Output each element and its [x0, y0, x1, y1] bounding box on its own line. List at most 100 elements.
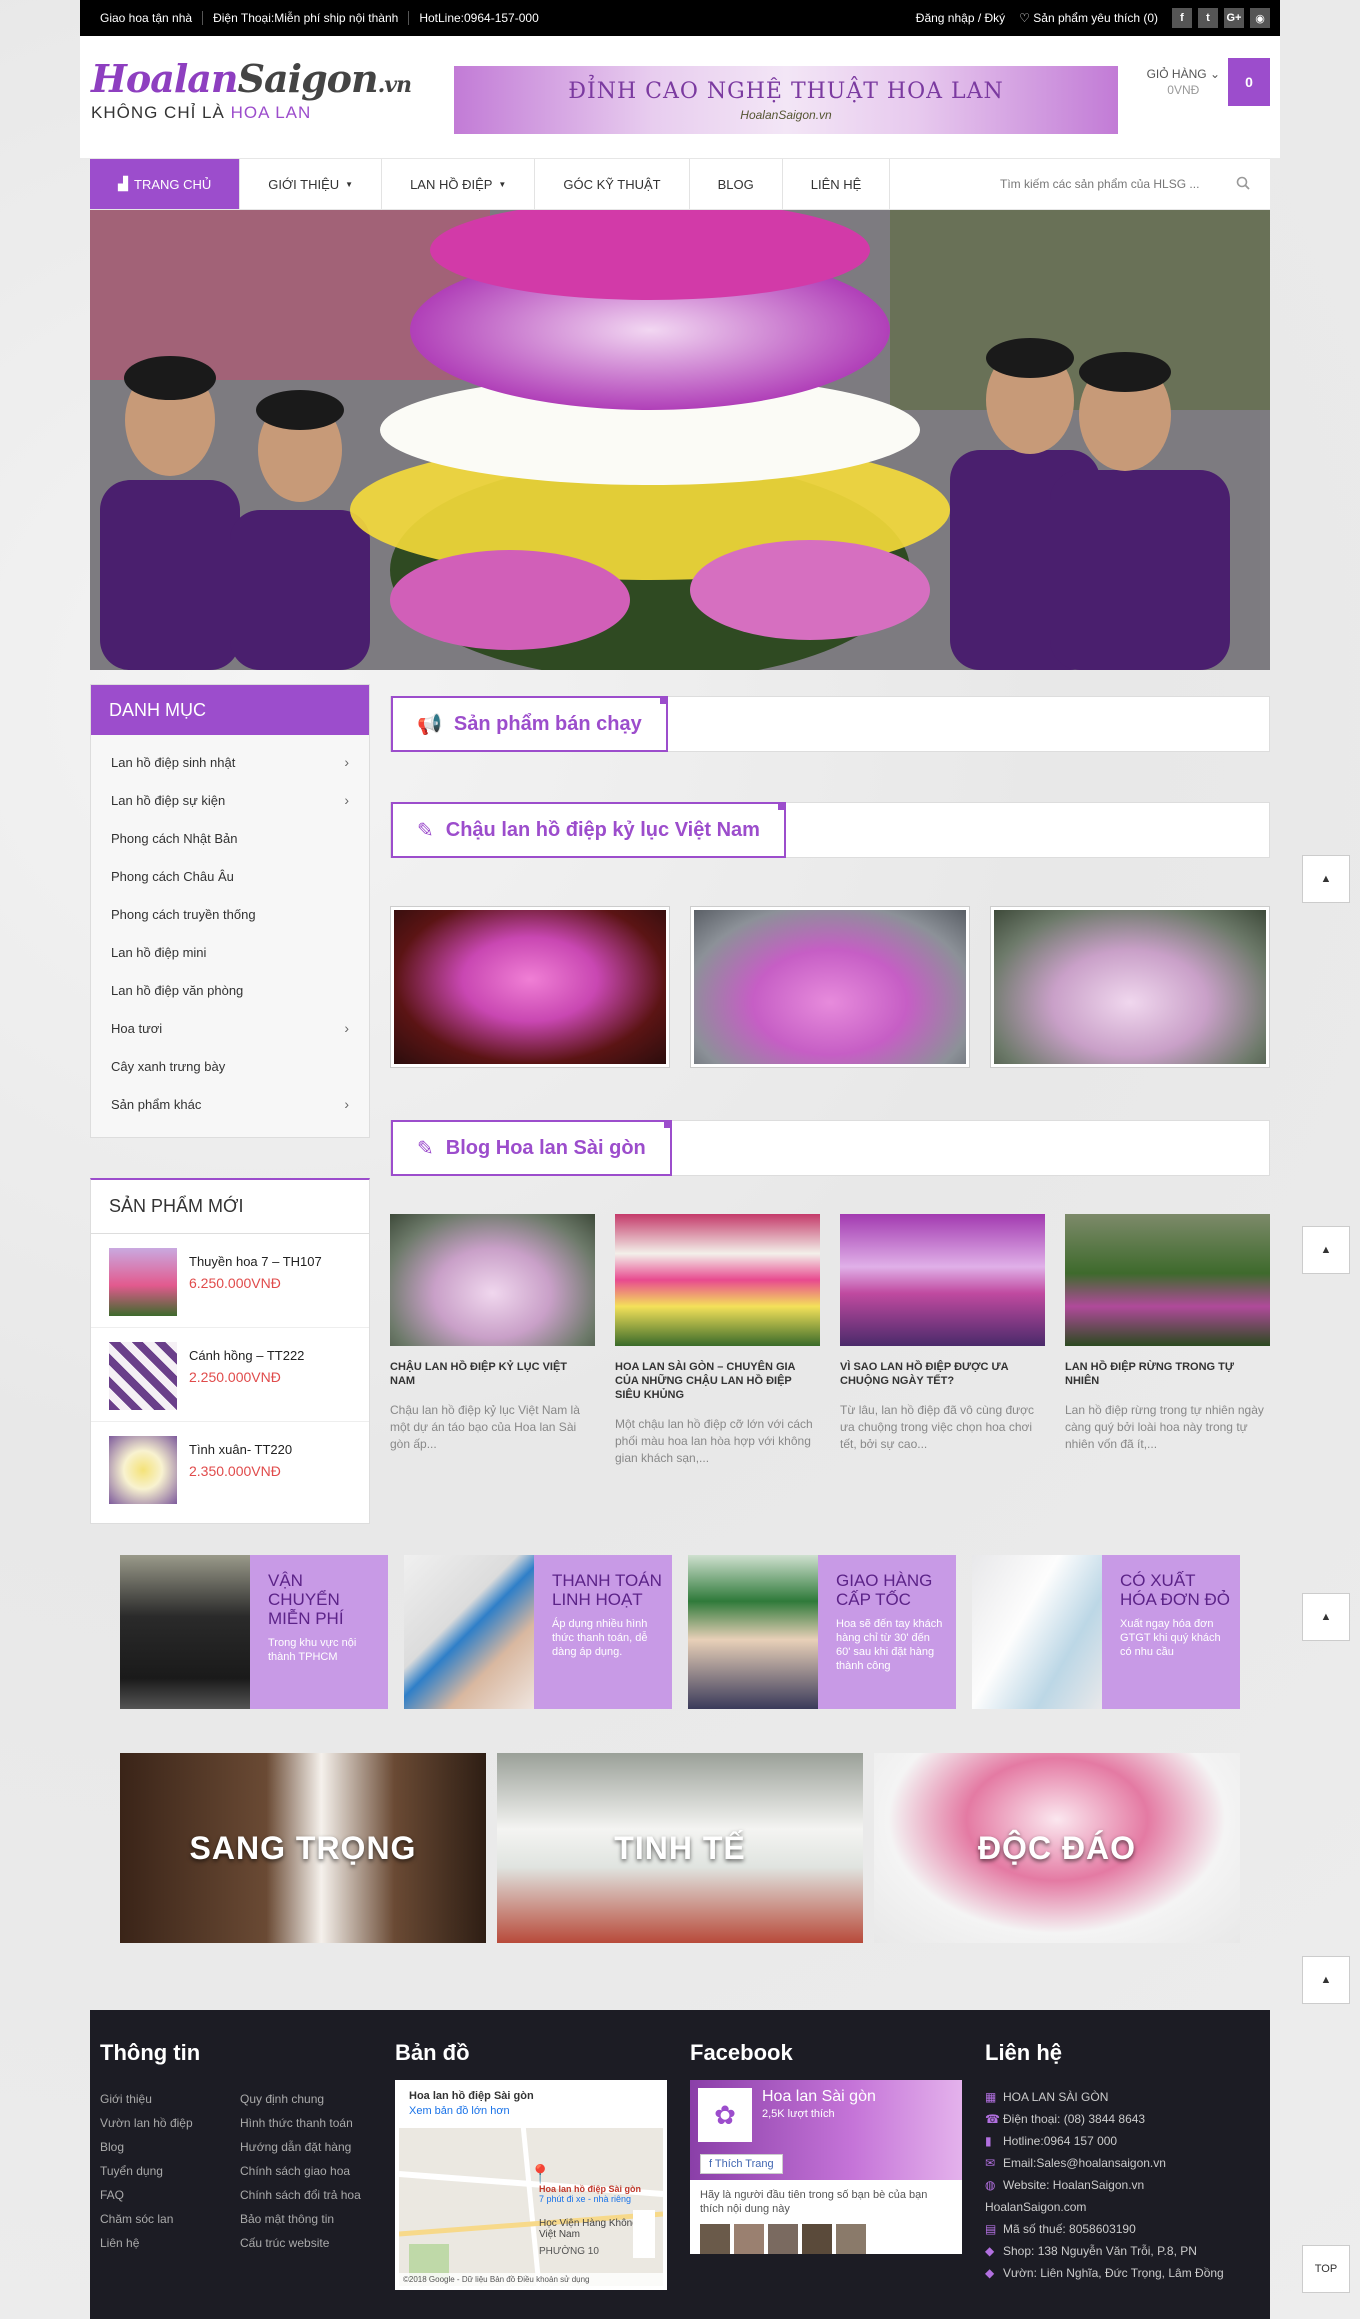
wishlist-label: Sản phẩm yêu thích (0) [1033, 11, 1158, 25]
header-banner[interactable]: ĐỈNH CAO NGHỆ THUẬT HOA LAN HoalanSaigon… [454, 66, 1118, 134]
footer-link[interactable]: Hình thức thanh toán [240, 2116, 380, 2130]
contact-row[interactable]: ✉ Email:Sales@hoalansaigon.vn [985, 2152, 1224, 2174]
category-item[interactable]: Phong cách truyền thống [91, 895, 369, 933]
blog-post[interactable]: LAN HỒ ĐIỆP RỪNG TRONG TỰ NHIÊN Lan hồ đ… [1065, 1214, 1270, 1467]
blog-title[interactable]: CHẬU LAN HỒ ĐIỆP KỶ LỤC VIỆT NAM [390, 1360, 595, 1388]
blog-post[interactable]: VÌ SAO LAN HỒ ĐIỆP ĐƯỢC ƯA CHUỘNG NGÀY T… [840, 1214, 1045, 1467]
facebook-icon[interactable]: f [1172, 8, 1192, 28]
search-icon[interactable] [1236, 176, 1250, 193]
footer-link[interactable]: Liên hệ [100, 2236, 240, 2250]
blog-title[interactable]: VÌ SAO LAN HỒ ĐIỆP ĐƯỢC ƯA CHUỘNG NGÀY T… [840, 1360, 1045, 1388]
category-item[interactable]: Lan hồ điệp sự kiện › [91, 781, 369, 819]
blog-title[interactable]: HOA LAN SÀI GÒN – CHUYÊN GIA CỦA NHỮNG C… [615, 1360, 820, 1402]
feature-payment[interactable]: THANH TOÁN LINH HOẠT Áp dụng nhiều hình … [404, 1555, 672, 1709]
search-input[interactable]: Tìm kiếm các sản phẩm của HLSG ... [980, 159, 1270, 209]
contact-row[interactable]: HoalanSaigon.com [985, 2196, 1224, 2218]
footer-link[interactable]: Chính sách đổi trả hoa [240, 2188, 380, 2202]
product-name[interactable]: Tình xuân- TT220 [189, 1442, 292, 1457]
category-item[interactable]: Lan hồ điệp văn phòng [91, 971, 369, 1009]
category-item[interactable]: Lan hồ điệp mini [91, 933, 369, 971]
feature-invoice[interactable]: CÓ XUẤT HÓA ĐƠN ĐỎ Xuất ngay hóa đơn GTG… [972, 1555, 1240, 1709]
cart-widget[interactable]: GIỎ HÀNG ⌄ 0VNĐ 0 [1147, 58, 1270, 106]
blog-image[interactable] [840, 1214, 1045, 1346]
section-tab[interactable]: ✎ Blog Hoa lan Sài gòn [391, 1120, 672, 1176]
google-plus-icon[interactable]: G+ [1224, 8, 1244, 28]
nav-contact[interactable]: LIÊN HỆ [783, 159, 891, 209]
rss-icon[interactable]: ◉ [1250, 8, 1270, 28]
scroll-up-button[interactable]: ▲ [1302, 1593, 1350, 1641]
map-zoom-control[interactable]: + − [633, 2210, 655, 2258]
new-product-item[interactable]: Thuyền hoa 7 – TH107 6.250.000VNĐ [91, 1234, 369, 1328]
footer-link[interactable]: Giới thiệu [100, 2092, 240, 2106]
blog-image[interactable] [615, 1214, 820, 1346]
feature-express-delivery[interactable]: GIAO HÀNG CẤP TỐC Hoa sẽ đến tay khách h… [688, 1555, 956, 1709]
hero-image[interactable] [90, 210, 1270, 670]
facebook-page-name[interactable]: Hoa lan Sài gòn [762, 2088, 876, 2106]
friend-avatar [768, 2224, 798, 2254]
gallery-image[interactable] [990, 906, 1270, 1068]
chevron-right-icon: › [344, 792, 349, 808]
cart-count[interactable]: 0 [1228, 58, 1270, 106]
footer-link[interactable]: Chăm sóc lan [100, 2212, 240, 2226]
product-name[interactable]: Thuyền hoa 7 – TH107 [189, 1254, 322, 1269]
product-thumbnail[interactable] [109, 1248, 177, 1316]
category-item[interactable]: Phong cách Nhật Bản [91, 819, 369, 857]
section-tab[interactable]: ✎ Chậu lan hồ điệp kỷ lục Việt Nam [391, 802, 786, 858]
feature-free-shipping[interactable]: VẬN CHUYỂN MIỄN PHÍ Trong khu vực nội th… [120, 1555, 388, 1709]
nav-home[interactable]: ▟ TRANG CHỦ [90, 159, 241, 209]
blog-title[interactable]: LAN HỒ ĐIỆP RỪNG TRONG TỰ NHIÊN [1065, 1360, 1270, 1388]
product-thumbnail[interactable] [109, 1342, 177, 1410]
footer-link[interactable]: Chính sách giao hoa [240, 2164, 380, 2178]
footer-link[interactable]: Quy định chung [240, 2092, 380, 2106]
scroll-up-button[interactable]: ▲ [1302, 855, 1350, 903]
footer-link[interactable]: Cấu trúc website [240, 2236, 380, 2250]
nav-technical[interactable]: GÓC KỸ THUẬT [535, 159, 690, 209]
footer-link[interactable]: Blog [100, 2140, 240, 2154]
new-product-item[interactable]: Cánh hồng – TT222 2.250.000VNĐ [91, 1328, 369, 1422]
contact-row[interactable]: ◍ Website: HoalanSaigon.vn [985, 2174, 1224, 2196]
footer-link[interactable]: Bảo mật thông tin [240, 2212, 380, 2226]
login-link[interactable]: Đăng nhập / Đký [916, 11, 1005, 25]
section-record: ✎ Chậu lan hồ điệp kỷ lục Việt Nam [390, 802, 1270, 858]
footer-link[interactable]: FAQ [100, 2188, 240, 2202]
gallery-image[interactable] [690, 906, 970, 1068]
footer-link[interactable]: Tuyển dụng [100, 2164, 240, 2178]
category-item[interactable]: Sản phẩm khác › [91, 1085, 369, 1123]
footer-link[interactable]: Vườn lan hồ điệp [100, 2116, 240, 2130]
cart-value: 0VNĐ [1167, 83, 1200, 97]
top-bar: Giao hoa tận nhà Điện Thoại:Miễn phí shi… [80, 0, 1280, 36]
footer-contact: Liên hệ ▦ HOA LAN SÀI GÒN ☎ Điện thoại: (0… [985, 2040, 1224, 2284]
map-larger-link[interactable]: Xem bản đồ lớn hơn [409, 2105, 653, 2117]
footer-link[interactable]: Hướng dẫn đặt hàng [240, 2140, 380, 2154]
map-pin-icon[interactable]: 📍 [529, 2164, 551, 2185]
category-item[interactable]: Cây xanh trưng bày [91, 1047, 369, 1085]
facebook-like-button[interactable]: f Thích Trang [700, 2154, 783, 2174]
blog-post[interactable]: CHẬU LAN HỒ ĐIỆP KỶ LỤC VIỆT NAM Chậu la… [390, 1214, 595, 1467]
category-item[interactable]: Phong cách Châu Âu [91, 857, 369, 895]
back-to-top-button[interactable]: TOP [1302, 2245, 1350, 2293]
category-item[interactable]: Hoa tươi › [91, 1009, 369, 1047]
product-thumbnail[interactable] [109, 1436, 177, 1504]
scroll-up-button[interactable]: ▲ [1302, 1956, 1350, 2004]
nav-orchids[interactable]: LAN HỒ ĐIỆP ▼ [382, 159, 536, 209]
nav-blog[interactable]: BLOG [690, 159, 783, 209]
section-tab[interactable]: 📢 Sản phẩm bán chạy [391, 696, 668, 752]
blog-image[interactable] [390, 1214, 595, 1346]
nav-about[interactable]: GIỚI THIỆU ▼ [240, 159, 383, 209]
product-name[interactable]: Cánh hồng – TT222 [189, 1348, 304, 1363]
wishlist-link[interactable]: ♡ Sản phẩm yêu thích (0) [1019, 11, 1158, 25]
blog-image[interactable] [1065, 1214, 1270, 1346]
facebook-widget[interactable]: ✿ Hoa lan Sài gòn 2,5K lượt thích f Thíc… [690, 2080, 962, 2254]
twitter-icon[interactable]: t [1198, 8, 1218, 28]
blog-post[interactable]: HOA LAN SÀI GÒN – CHUYÊN GIA CỦA NHỮNG C… [615, 1214, 820, 1467]
gallery-image[interactable] [390, 906, 670, 1068]
style-refined[interactable]: TINH TẾ [497, 1753, 863, 1943]
category-item[interactable]: Lan hồ điệp sinh nhật › [91, 743, 369, 781]
scroll-up-button[interactable]: ▲ [1302, 1226, 1350, 1274]
new-product-item[interactable]: Tình xuân- TT220 2.350.000VNĐ [91, 1422, 369, 1516]
phone-icon: ☎ [985, 2112, 1000, 2126]
google-map[interactable]: Hoa lan hồ điệp Sài gòn Xem bản đồ lớn h… [395, 2080, 667, 2290]
style-luxury[interactable]: SANG TRỌNG [120, 1753, 486, 1943]
style-unique[interactable]: ĐỘC ĐÁO [874, 1753, 1240, 1943]
site-logo[interactable]: HoalanSaigon.vn KHÔNG CHỈ LÀ HOA LAN [91, 56, 412, 136]
